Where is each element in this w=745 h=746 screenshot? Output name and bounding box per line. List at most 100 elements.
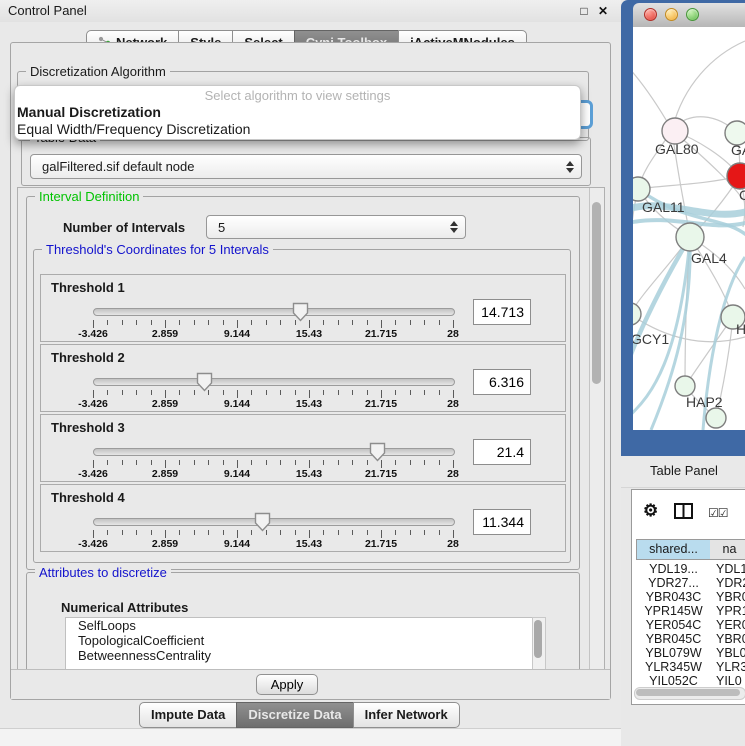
- network-view-window: GAL80 GA C GAL11 GAL4 GCY1 H HAP2: [621, 0, 745, 458]
- tab-label: Impute Data: [151, 707, 225, 722]
- select-columns-checkboxes-icon[interactable]: ☑☑: [708, 506, 728, 520]
- node-label: GCY1: [633, 331, 669, 347]
- table-row[interactable]: YBR045CYBR0: [636, 632, 745, 646]
- table-row[interactable]: YBL079WYBL0: [636, 646, 745, 660]
- node-label: GAL4: [691, 250, 727, 266]
- list-scrollbar[interactable]: [532, 617, 546, 671]
- threshold-panel-1: Threshold 1 -3.426 2.859 9.144 15.43 21.…: [40, 274, 566, 342]
- status-strip: [0, 728, 621, 746]
- network-graph: GAL80 GA C GAL11 GAL4 GCY1 H HAP2: [633, 27, 745, 430]
- algorithm-dropdown-popup: Select algorithm to view settings Manual…: [14, 85, 581, 140]
- threshold-panel-2: Threshold 2 -3.426 2.859 9.144 15.43 21.…: [40, 344, 566, 412]
- combobox-value: galFiltered.sif default node: [42, 159, 194, 174]
- table-panel-header: Table Panel: [621, 456, 745, 488]
- threshold-slider-track[interactable]: [93, 308, 455, 316]
- table-row[interactable]: YDL19...YDL1: [636, 562, 745, 576]
- network-canvas[interactable]: GAL80 GA C GAL11 GAL4 GCY1 H HAP2: [633, 27, 745, 430]
- network-node-gal4: [676, 223, 704, 251]
- slider-tick-labels: -3.426 2.859 9.144 15.43 21.715 28: [93, 328, 453, 340]
- table-scrollbar-thumb[interactable]: [636, 689, 740, 696]
- table-data-combobox[interactable]: galFiltered.sif default node: [30, 154, 582, 179]
- threshold-label: Threshold 4: [51, 490, 125, 505]
- apply-row: Apply: [11, 669, 610, 699]
- zoom-traffic-light-icon[interactable]: [686, 8, 699, 21]
- list-item[interactable]: BetweennessCentrality: [66, 648, 532, 663]
- tab-impute-data[interactable]: Impute Data: [139, 702, 237, 728]
- panel-scrollbar[interactable]: [589, 188, 604, 670]
- thresholds-coordinates-group: Threshold's Coordinates for 5 Intervals …: [33, 249, 571, 563]
- threshold-label: Threshold 1: [51, 280, 125, 295]
- tab-discretize-data[interactable]: Discretize Data: [236, 702, 353, 728]
- network-node-gal11: [633, 177, 650, 201]
- table-panel-title: Table Panel: [650, 463, 718, 478]
- number-of-intervals-combobox[interactable]: 5: [206, 215, 466, 239]
- network-node-selected: [727, 163, 745, 189]
- node-label: GAL80: [655, 141, 699, 157]
- list-item[interactable]: TopologicalCoefficient: [66, 633, 532, 648]
- group-title: Attributes to discretize: [35, 565, 171, 580]
- numerical-attributes-label: Numerical Attributes: [61, 600, 188, 615]
- panel-title: Control Panel: [8, 0, 87, 22]
- table-row[interactable]: YIL052CYIL0: [636, 674, 745, 688]
- threshold-value-field[interactable]: [473, 509, 531, 535]
- network-node-gcy1: [633, 303, 641, 325]
- threshold-value-field[interactable]: [473, 369, 531, 395]
- combobox-value: 5: [218, 220, 225, 235]
- dropdown-prompt: Select algorithm to view settings: [15, 88, 580, 103]
- table-data-group: Table Data galFiltered.sif default node: [21, 137, 591, 186]
- table-row[interactable]: YDR27...YDR2: [636, 576, 745, 590]
- node-label: H: [736, 321, 745, 337]
- threshold-label: Threshold 3: [51, 420, 125, 435]
- stepper-icon: [450, 221, 461, 233]
- tab-label: Infer Network: [365, 707, 448, 722]
- node-table-card: ⚙ ☑☑ shared... na YDL19...YDL1 YDR27...Y…: [631, 489, 745, 705]
- dropdown-option-equal-width-frequency[interactable]: Equal Width/Frequency Discretization: [17, 121, 577, 138]
- list-scrollbar-thumb[interactable]: [534, 620, 542, 658]
- threshold-value-field[interactable]: [473, 299, 531, 325]
- tab-label: Discretize Data: [248, 707, 341, 722]
- panel-scrollbar-thumb[interactable]: [592, 202, 601, 384]
- control-panel-titlebar: Control Panel □ ✕: [0, 0, 621, 22]
- column-header-name[interactable]: na: [710, 539, 745, 560]
- columns-icon[interactable]: [674, 503, 693, 519]
- node-label: GA: [731, 142, 745, 158]
- float-window-icon[interactable]: □: [576, 0, 592, 22]
- network-window-titlebar[interactable]: [633, 3, 745, 28]
- table-row[interactable]: YLR345WYLR3: [636, 660, 745, 674]
- table-row[interactable]: YER054CYER0: [636, 618, 745, 632]
- slider-handle[interactable]: [196, 372, 213, 392]
- tab-infer-network[interactable]: Infer Network: [353, 702, 460, 728]
- column-header-shared[interactable]: shared...: [636, 539, 711, 560]
- bottom-tab-bar: Impute Data Discretize Data Infer Network: [139, 702, 460, 728]
- group-title: Interval Definition: [35, 189, 143, 204]
- threshold-panel-4: Threshold 4 -3.426 2.859 9.144 15.43 21.…: [40, 484, 566, 552]
- threshold-slider-track[interactable]: [93, 448, 455, 456]
- network-node-hap2: [675, 376, 695, 396]
- group-title: Threshold's Coordinates for 5 Intervals: [42, 242, 273, 257]
- node-label: C: [739, 187, 745, 203]
- threshold-slider-track[interactable]: [93, 378, 455, 386]
- settings-scroll-area: Interval Definition Number of Intervals …: [17, 187, 605, 671]
- network-node: [706, 408, 726, 428]
- table-row[interactable]: YBR043CYBR0: [636, 590, 745, 604]
- list-item[interactable]: SelfLoops: [66, 618, 532, 633]
- table-row[interactable]: YPR145WYPR1: [636, 604, 745, 618]
- interval-definition-group: Interval Definition Number of Intervals …: [26, 196, 580, 570]
- table-horizontal-scrollbar[interactable]: [634, 687, 745, 700]
- threshold-value-field[interactable]: [473, 439, 531, 465]
- slider-handle[interactable]: [369, 442, 386, 462]
- gear-icon[interactable]: ⚙: [643, 501, 658, 521]
- threshold-slider-track[interactable]: [93, 518, 455, 526]
- control-panel: Control Panel □ ✕ NetworkStyleSelectCyni…: [0, 0, 621, 745]
- close-icon[interactable]: ✕: [595, 0, 611, 22]
- close-traffic-light-icon[interactable]: [644, 8, 657, 21]
- dropdown-option-manual-discretization[interactable]: Manual Discretization: [17, 104, 577, 121]
- node-label: GAL11: [642, 199, 685, 215]
- threshold-label: Threshold 2: [51, 350, 125, 365]
- slider-handle[interactable]: [292, 302, 309, 322]
- apply-button[interactable]: Apply: [256, 674, 318, 695]
- minimize-traffic-light-icon[interactable]: [665, 8, 678, 21]
- number-of-intervals-label: Number of Intervals: [63, 220, 185, 235]
- stepper-icon: [566, 161, 577, 173]
- slider-handle[interactable]: [254, 512, 271, 532]
